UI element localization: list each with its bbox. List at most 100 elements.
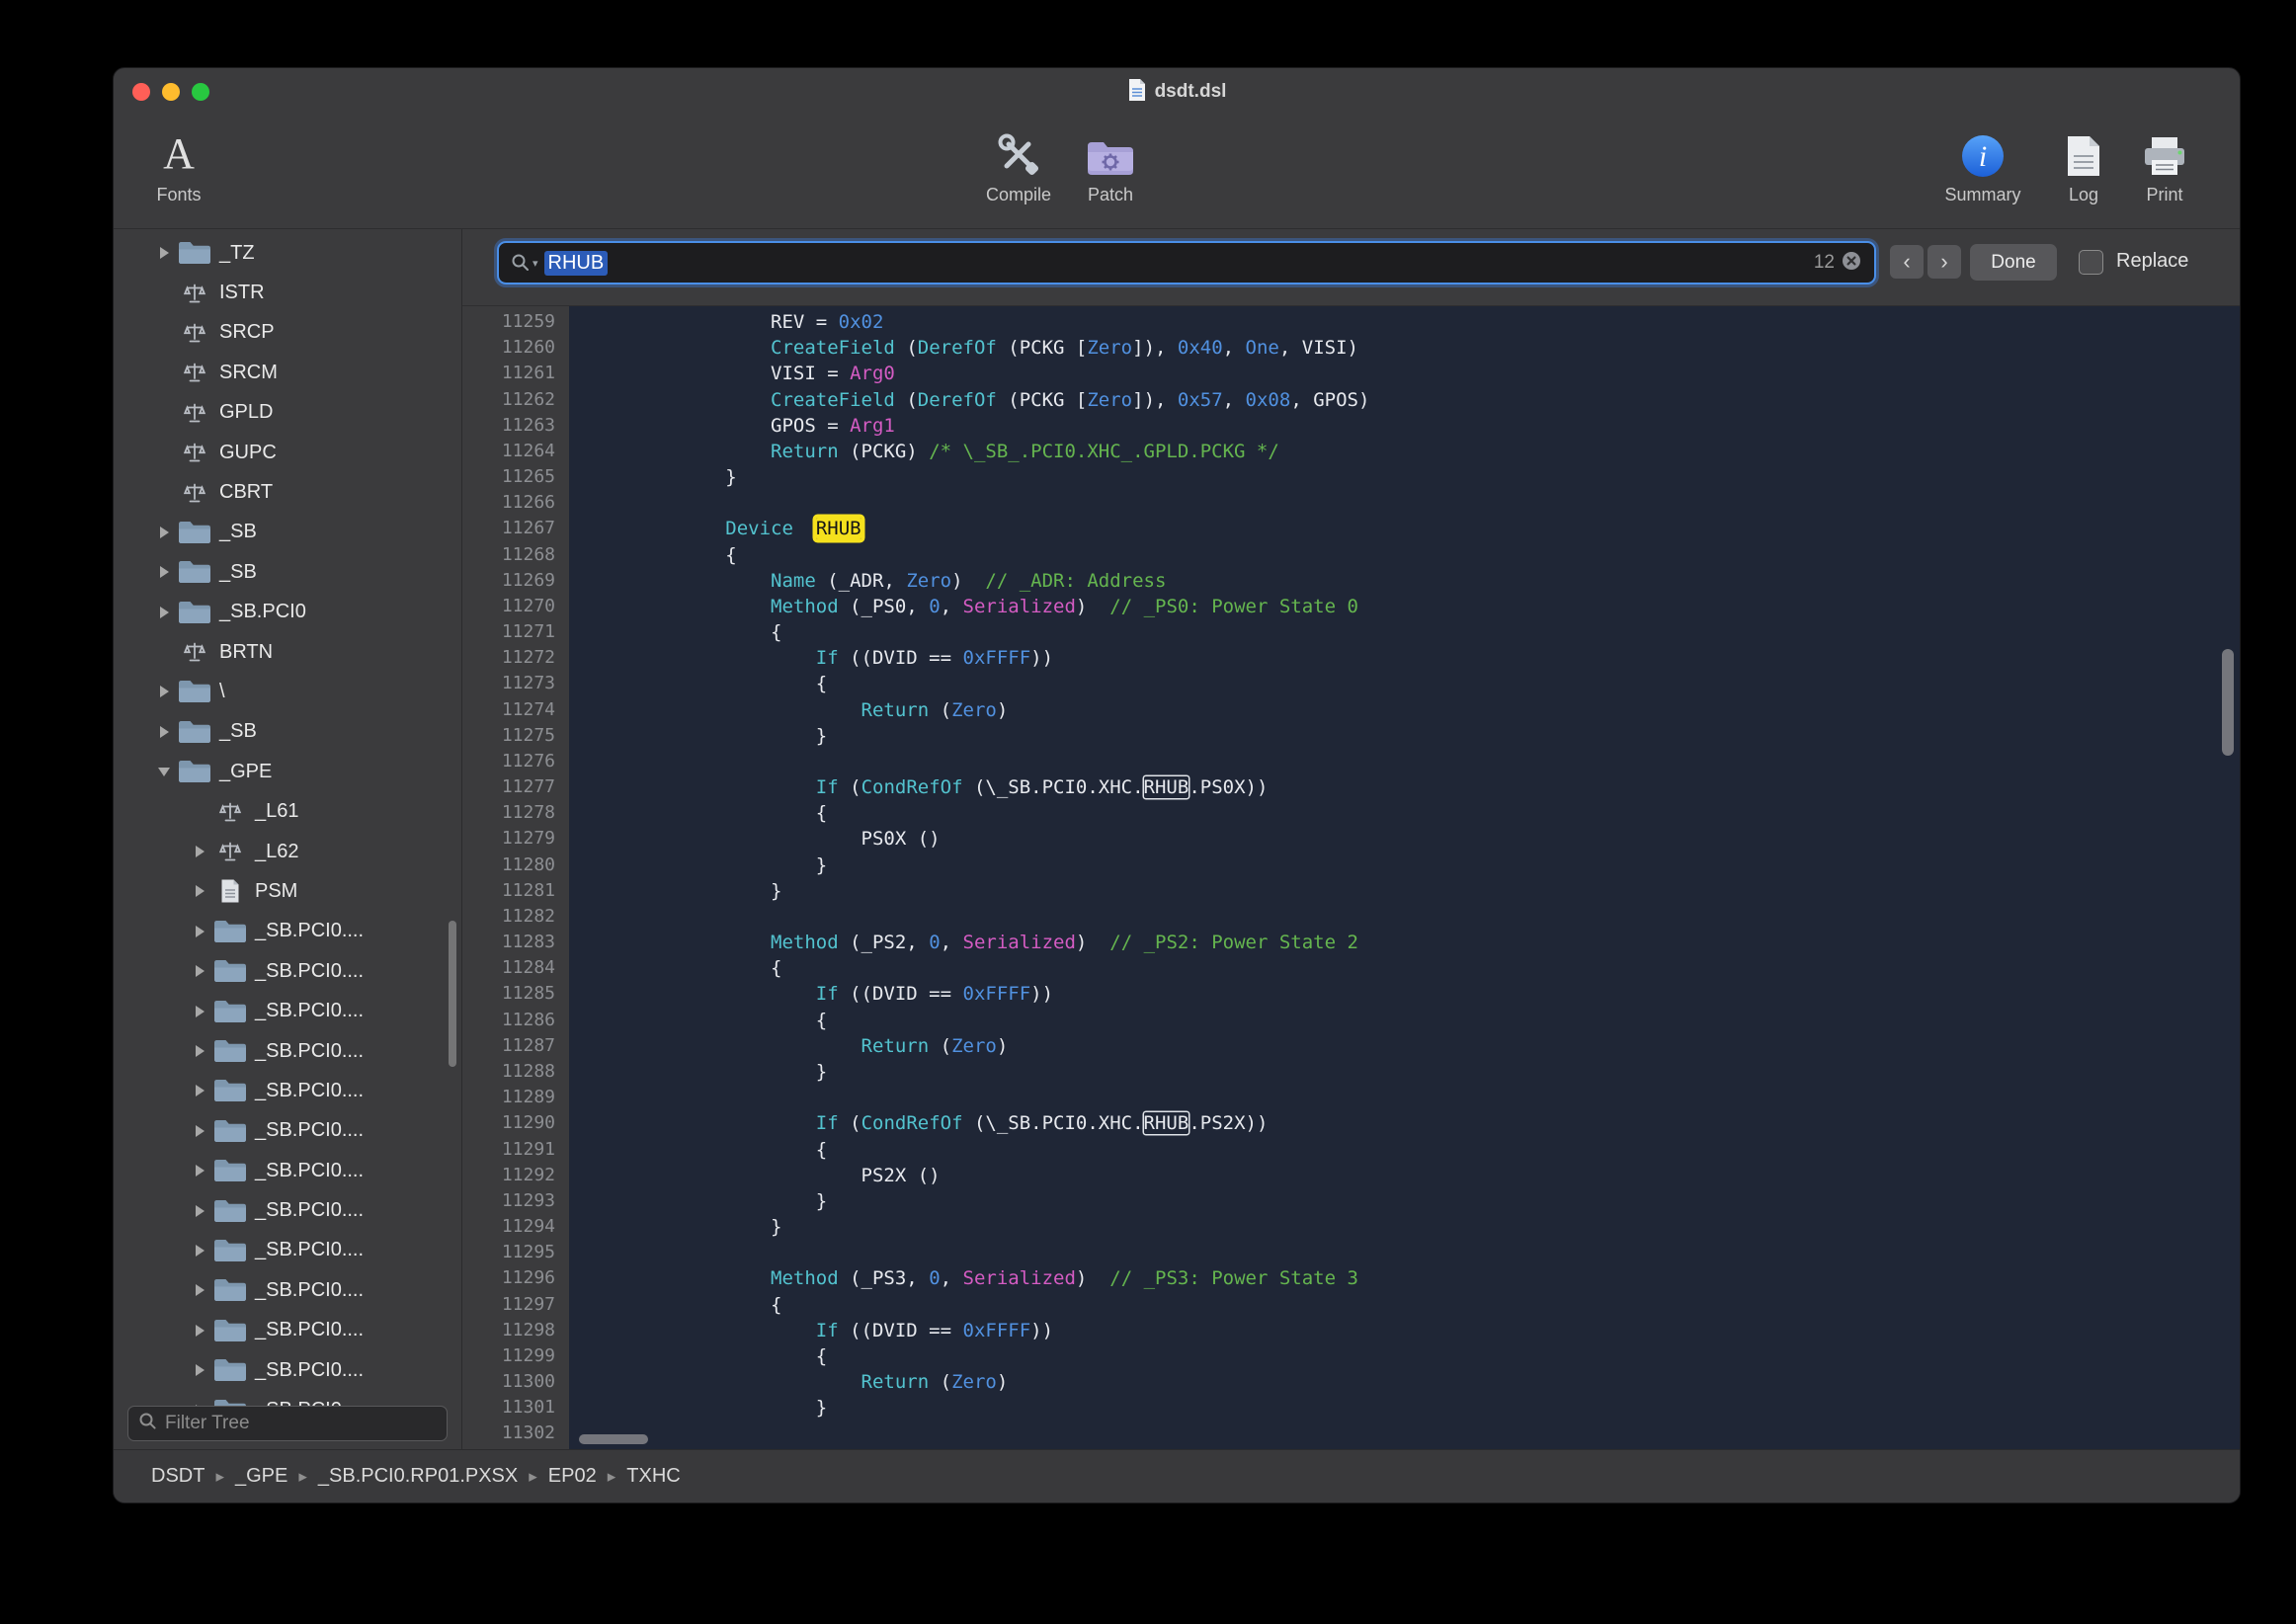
- fonts-button[interactable]: A Fonts: [137, 127, 220, 205]
- sidebar-item-label: _TZ: [219, 242, 255, 265]
- sidebar-item-sbpci0[interactable]: _SB.PCI0....: [114, 1111, 460, 1151]
- breadcrumb-item[interactable]: _SB.PCI0.RP01.PXSX: [318, 1465, 518, 1488]
- sidebar-item-sbpci0[interactable]: _SB.PCI0....: [114, 1031, 460, 1071]
- sidebar-item-label: _SB.PCI0....: [255, 1000, 364, 1022]
- sidebar-item-label: _SB: [219, 561, 257, 584]
- sidebar-item-root[interactable]: \: [114, 672, 460, 711]
- close-window-button[interactable]: [132, 83, 150, 101]
- disclosure-triangle[interactable]: [187, 885, 212, 897]
- next-match-button[interactable]: ›: [1927, 245, 1961, 279]
- disclosure-triangle[interactable]: [187, 1245, 212, 1257]
- sidebar-item-sbpci0[interactable]: _SB.PCI0....: [114, 1151, 460, 1190]
- disclosure-triangle[interactable]: [187, 1045, 212, 1057]
- replace-checkbox[interactable]: [2079, 250, 2103, 275]
- previous-match-button[interactable]: ‹: [1890, 245, 1924, 279]
- done-button[interactable]: Done: [1970, 244, 2057, 281]
- sidebar-scrollbar-thumb[interactable]: [449, 921, 456, 1067]
- sidebar-item-l62[interactable]: _L62: [114, 832, 460, 871]
- line-number: 11265: [462, 466, 569, 492]
- breadcrumb-item[interactable]: EP02: [548, 1465, 597, 1488]
- sidebar-item-label: SRCP: [219, 321, 275, 344]
- sidebar-item-sbpci0[interactable]: _SB.PCI0....: [114, 1270, 460, 1310]
- sidebar-item-cbrt[interactable]: CBRT: [114, 472, 460, 512]
- breadcrumb-item[interactable]: _GPE: [235, 1465, 287, 1488]
- sidebar-item-gupc[interactable]: GUPC: [114, 433, 460, 472]
- sidebar-item-sbpci0[interactable]: _SB.PCI0....: [114, 1350, 460, 1390]
- disclosure-triangle[interactable]: [187, 1085, 212, 1096]
- disclosure-triangle[interactable]: [187, 846, 212, 857]
- disclosure-triangle[interactable]: [151, 768, 177, 776]
- compile-button[interactable]: Compile: [975, 127, 1062, 205]
- disclosure-triangle[interactable]: [151, 607, 177, 618]
- sidebar-item-sbpci0[interactable]: _SB.PCI0....: [114, 1231, 460, 1270]
- zoom-window-button[interactable]: [192, 83, 209, 101]
- sidebar-item-sbpci0[interactable]: _SB.PCI0....: [114, 1311, 460, 1350]
- print-button[interactable]: Print: [2125, 127, 2204, 205]
- disclosure-triangle[interactable]: [187, 1006, 212, 1017]
- desktop: dsdt.dsl A Fonts Compile: [0, 0, 2296, 1624]
- disclosure-triangle[interactable]: [187, 1125, 212, 1137]
- search-match-current[interactable]: RHUB: [816, 518, 861, 539]
- line-number: 11276: [462, 751, 569, 776]
- sidebar-item-tz[interactable]: _TZ: [114, 233, 460, 273]
- disclosure-triangle[interactable]: [151, 726, 177, 738]
- breadcrumb-item[interactable]: DSDT: [151, 1465, 205, 1488]
- titlebar[interactable]: dsdt.dsl: [114, 68, 2240, 116]
- sidebar-item-sb[interactable]: _SB: [114, 712, 460, 752]
- breadcrumb-item[interactable]: TXHC: [626, 1465, 680, 1488]
- patch-button[interactable]: Patch: [1072, 127, 1149, 205]
- search-menu-icon[interactable]: ▾: [511, 253, 538, 273]
- sidebar-item-l61[interactable]: _L61: [114, 791, 460, 831]
- disclosure-triangle[interactable]: [187, 1364, 212, 1376]
- sidebar-item-sbpci0[interactable]: _SB.PCI0....: [114, 991, 460, 1030]
- disclosure-triangle[interactable]: [187, 1325, 212, 1337]
- sidebar-item-srcm[interactable]: SRCM: [114, 353, 460, 392]
- sidebar-item-psm[interactable]: PSM: [114, 871, 460, 911]
- sidebar-item-label: _SB.PCI0....: [255, 1359, 364, 1382]
- sidebar-item-label: _GPE: [219, 761, 272, 783]
- sidebar-item-sbpci0[interactable]: _SB.PCI0....: [114, 951, 460, 991]
- sidebar-item-sbpci0[interactable]: _SB.PCI0....: [114, 1071, 460, 1110]
- sidebar-item-label: PSM: [255, 880, 297, 903]
- sidebar-item-brtn[interactable]: BRTN: [114, 632, 460, 672]
- search-field[interactable]: ▾ RHUB 12: [497, 241, 1876, 284]
- sidebar-item-sb[interactable]: _SB: [114, 552, 460, 592]
- disclosure-triangle[interactable]: [187, 965, 212, 977]
- sidebar-item-label: _L61: [255, 800, 299, 823]
- clear-search-icon[interactable]: [1841, 250, 1862, 277]
- minimize-window-button[interactable]: [162, 83, 180, 101]
- disclosure-triangle[interactable]: [151, 566, 177, 578]
- code-content[interactable]: REV = 0x02 CreateField (DerefOf (PCKG [Z…: [569, 306, 2240, 1449]
- code-editor[interactable]: 1125911260112611126211263112641126511266…: [462, 305, 2240, 1449]
- disclosure-triangle[interactable]: [187, 1165, 212, 1177]
- sidebar-item-sbpci0[interactable]: _SB.PCI0: [114, 593, 460, 632]
- sidebar-item-gpld[interactable]: GPLD: [114, 393, 460, 433]
- search-match[interactable]: RHUB: [1144, 1112, 1189, 1134]
- disclosure-triangle[interactable]: [151, 247, 177, 259]
- editor-vertical-scrollbar-thumb[interactable]: [2222, 649, 2234, 756]
- search-query-text[interactable]: RHUB: [544, 251, 609, 276]
- sidebar-item-sbpci0[interactable]: _SB.PCI0....: [114, 1190, 460, 1230]
- disclosure-triangle[interactable]: [151, 527, 177, 538]
- summary-button[interactable]: i Summary: [1933, 127, 2032, 205]
- code-line: VISI = Arg0: [590, 363, 2240, 388]
- editor-horizontal-scrollbar-thumb[interactable]: [579, 1434, 648, 1444]
- disclosure-triangle[interactable]: [187, 1205, 212, 1217]
- filter-tree-field[interactable]: Filter Tree: [127, 1406, 448, 1441]
- code-line: REV = 0x02: [590, 311, 2240, 337]
- disclosure-triangle[interactable]: [151, 686, 177, 697]
- sidebar-item-gpe[interactable]: _GPE: [114, 752, 460, 791]
- sidebar-item-sb[interactable]: _SB: [114, 513, 460, 552]
- document-icon: [1127, 78, 1147, 107]
- log-button[interactable]: Log: [2048, 127, 2119, 205]
- search-match[interactable]: RHUB: [1144, 776, 1189, 798]
- find-bar: ▾ RHUB 12 ‹ › Done Replace: [462, 229, 2240, 305]
- method-icon: [177, 401, 212, 425]
- line-number: 11285: [462, 983, 569, 1009]
- sidebar-item-sbpci0[interactable]: _SB.PCI0....: [114, 912, 460, 951]
- folder-icon: [212, 1078, 248, 1103]
- disclosure-triangle[interactable]: [187, 1284, 212, 1296]
- sidebar-item-istr[interactable]: ISTR: [114, 273, 460, 312]
- sidebar-item-srcp[interactable]: SRCP: [114, 313, 460, 353]
- disclosure-triangle[interactable]: [187, 926, 212, 937]
